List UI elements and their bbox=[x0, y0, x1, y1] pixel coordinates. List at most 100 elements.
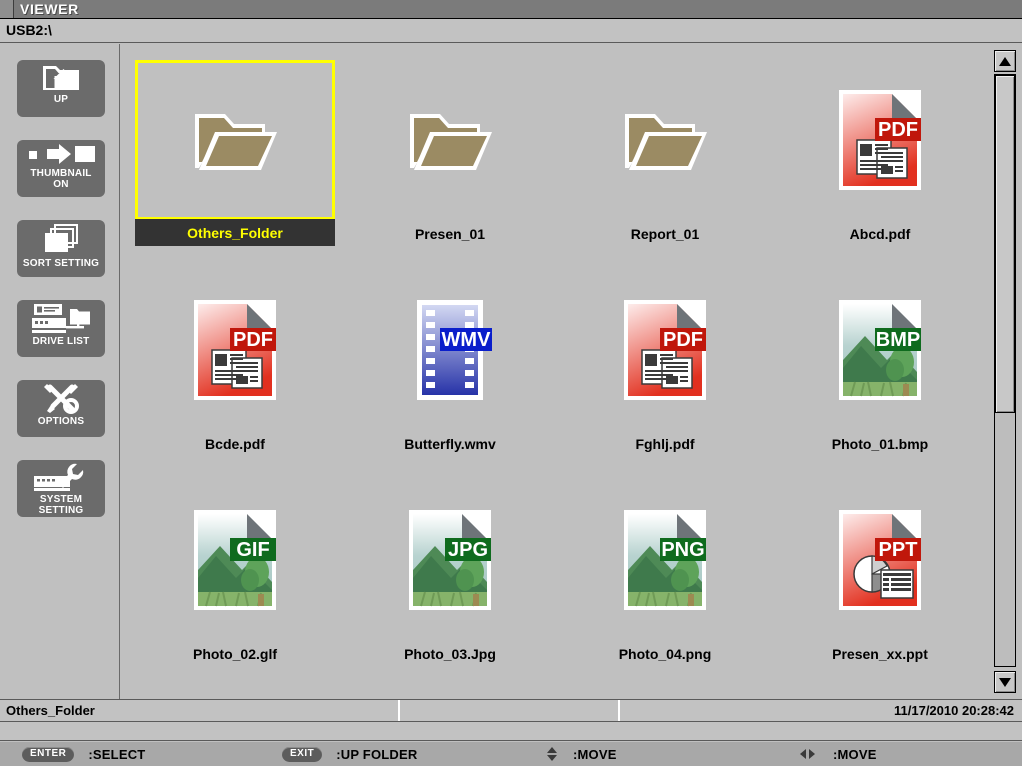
scroll-up-button[interactable] bbox=[994, 50, 1016, 72]
title-bar: VIEWER bbox=[0, 0, 1022, 19]
file-item[interactable]: Others_Folder bbox=[135, 60, 335, 255]
hint-select: ENTER :SELECT bbox=[22, 742, 145, 766]
svg-text:GIF: GIF bbox=[236, 539, 269, 561]
status-middle-segment bbox=[400, 700, 620, 721]
content-area: UP THUMBNAIL ON SORT SETTING DRIVE LIST … bbox=[0, 44, 1022, 699]
image-thumbnail: JPG bbox=[350, 480, 550, 640]
svg-text:WMV: WMV bbox=[442, 329, 492, 351]
hint-up-folder-label: :UP FOLDER bbox=[336, 746, 418, 762]
hint-move-vertical: :MOVE bbox=[545, 742, 617, 766]
folder-thumbnail bbox=[350, 60, 550, 220]
sidebar-item-up-label: UP bbox=[53, 94, 69, 105]
pdf-thumbnail: PDF bbox=[565, 270, 765, 430]
tools-icon bbox=[17, 380, 105, 416]
file-item[interactable]: Report_01 bbox=[565, 60, 765, 255]
image-thumbnail: PNG bbox=[565, 480, 765, 640]
ppt-thumbnail: PPT bbox=[780, 480, 980, 640]
hint-select-label: :SELECT bbox=[88, 746, 146, 762]
path-bar: USB2:\ bbox=[0, 19, 1022, 43]
file-item[interactable]: BMP Photo_01.bmp bbox=[780, 270, 980, 465]
left-right-arrows-icon bbox=[795, 749, 819, 759]
hint-move-horizontal-label: :MOVE bbox=[833, 746, 877, 762]
current-path: USB2:\ bbox=[6, 22, 52, 38]
svg-text:JPG: JPG bbox=[448, 539, 488, 561]
file-item-label: Bcde.pdf bbox=[205, 436, 265, 452]
sidebar-item-system-setting[interactable]: SYSTEM SETTING bbox=[17, 460, 105, 517]
svg-text:PDF: PDF bbox=[233, 329, 273, 351]
hint-up-folder: EXIT :UP FOLDER bbox=[282, 742, 417, 766]
sidebar: UP THUMBNAIL ON SORT SETTING DRIVE LIST … bbox=[0, 44, 120, 699]
file-item[interactable]: WMV Butterfly.wmv bbox=[350, 270, 550, 465]
sidebar-item-options-label: OPTIONS bbox=[37, 416, 85, 427]
viewer-window: VIEWER USB2:\ UP THUMBNAIL ON SORT SETTI… bbox=[0, 0, 1022, 766]
file-item-label: Photo_02.glf bbox=[192, 646, 277, 662]
file-item[interactable]: Presen_01 bbox=[350, 60, 550, 255]
folder-thumbnail bbox=[135, 60, 335, 220]
sidebar-item-system-label: SYSTEM SETTING bbox=[38, 494, 84, 516]
file-item-label: Photo_01.bmp bbox=[831, 436, 929, 452]
sidebar-item-sort-setting[interactable]: SORT SETTING bbox=[17, 220, 105, 277]
stacked-pages-icon bbox=[17, 220, 105, 258]
status-datetime: 11/17/2010 20:28:42 bbox=[620, 700, 1022, 721]
hint-move-vertical-label: :MOVE bbox=[573, 746, 617, 762]
file-item-label: Fghlj.pdf bbox=[635, 436, 695, 452]
up-down-arrows-icon bbox=[545, 747, 559, 761]
window-title: VIEWER bbox=[20, 1, 79, 17]
file-grid-area: Others_Folder Presen_01 Report_01 PDF Abcd.p… bbox=[120, 44, 988, 699]
svg-text:PPT: PPT bbox=[879, 539, 918, 561]
file-item-label: Butterfly.wmv bbox=[404, 436, 496, 452]
triangle-down-icon bbox=[999, 677, 1011, 687]
video-thumbnail: WMV bbox=[350, 270, 550, 430]
svg-text:PDF: PDF bbox=[878, 119, 918, 141]
sidebar-item-drive-list[interactable]: DRIVE LIST bbox=[17, 300, 105, 357]
file-item-label: Presen_xx.ppt bbox=[832, 646, 928, 662]
exit-key-pill: EXIT bbox=[282, 746, 323, 762]
status-datetime-text: 11/17/2010 20:28:42 bbox=[894, 703, 1014, 718]
file-item-label: Abcd.pdf bbox=[849, 226, 911, 242]
file-item[interactable]: PDF Fghlj.pdf bbox=[565, 270, 765, 465]
file-item-label: Report_01 bbox=[630, 226, 700, 242]
status-selected-name: Others_Folder bbox=[0, 700, 400, 721]
svg-text:BMP: BMP bbox=[876, 329, 920, 351]
sidebar-item-up[interactable]: UP bbox=[17, 60, 105, 117]
scrollbar-track[interactable] bbox=[994, 74, 1016, 667]
status-selected-name-text: Others_Folder bbox=[6, 703, 95, 718]
scroll-down-button[interactable] bbox=[994, 671, 1016, 693]
file-item[interactable]: PDF Bcde.pdf bbox=[135, 270, 335, 465]
image-thumbnail: BMP bbox=[780, 270, 980, 430]
file-item[interactable]: JPG Photo_03.Jpg bbox=[350, 480, 550, 675]
svg-text:PNG: PNG bbox=[661, 539, 704, 561]
triangle-up-icon bbox=[999, 56, 1011, 66]
sidebar-item-sort-label: SORT SETTING bbox=[22, 258, 100, 269]
scrollbar-thumb[interactable] bbox=[995, 75, 1015, 413]
vertical-scrollbar[interactable] bbox=[988, 44, 1022, 699]
pdf-thumbnail: PDF bbox=[135, 270, 335, 430]
file-item[interactable]: PNG Photo_04.png bbox=[565, 480, 765, 675]
folder-up-icon bbox=[17, 60, 105, 94]
pdf-thumbnail: PDF bbox=[780, 60, 980, 220]
hint-move-horizontal: :MOVE bbox=[795, 742, 877, 766]
wrench-keyboard-icon bbox=[17, 460, 105, 494]
svg-text:PDF: PDF bbox=[663, 329, 703, 351]
sidebar-item-thumbnail-label: THUMBNAIL ON bbox=[30, 168, 92, 190]
status-bar: Others_Folder 11/17/2010 20:28:42 bbox=[0, 699, 1022, 722]
enter-key-pill: ENTER bbox=[22, 746, 75, 762]
file-item-label: Photo_04.png bbox=[618, 646, 712, 662]
image-thumbnail: GIF bbox=[135, 480, 335, 640]
folder-thumbnail bbox=[565, 60, 765, 220]
thumbnail-toggle-icon bbox=[17, 140, 105, 168]
status-spacer-bar bbox=[0, 722, 1022, 741]
file-grid: Others_Folder Presen_01 Report_01 PDF Abcd.p… bbox=[120, 44, 988, 699]
file-item-label: Presen_01 bbox=[414, 226, 486, 242]
file-item[interactable]: PPT Presen_xx.ppt bbox=[780, 480, 980, 675]
drive-network-icon bbox=[17, 300, 105, 336]
sidebar-item-options[interactable]: OPTIONS bbox=[17, 380, 105, 437]
file-item-label: Others_Folder bbox=[135, 219, 335, 246]
title-bar-corner bbox=[0, 0, 14, 18]
footer-hint-bar: ENTER :SELECT EXIT :UP FOLDER :MOVE :MOV… bbox=[0, 742, 1022, 766]
sidebar-item-drive-label: DRIVE LIST bbox=[32, 336, 90, 347]
file-item[interactable]: GIF Photo_02.glf bbox=[135, 480, 335, 675]
file-item-label: Photo_03.Jpg bbox=[404, 646, 496, 662]
file-item[interactable]: PDF Abcd.pdf bbox=[780, 60, 980, 255]
sidebar-item-thumbnail[interactable]: THUMBNAIL ON bbox=[17, 140, 105, 197]
